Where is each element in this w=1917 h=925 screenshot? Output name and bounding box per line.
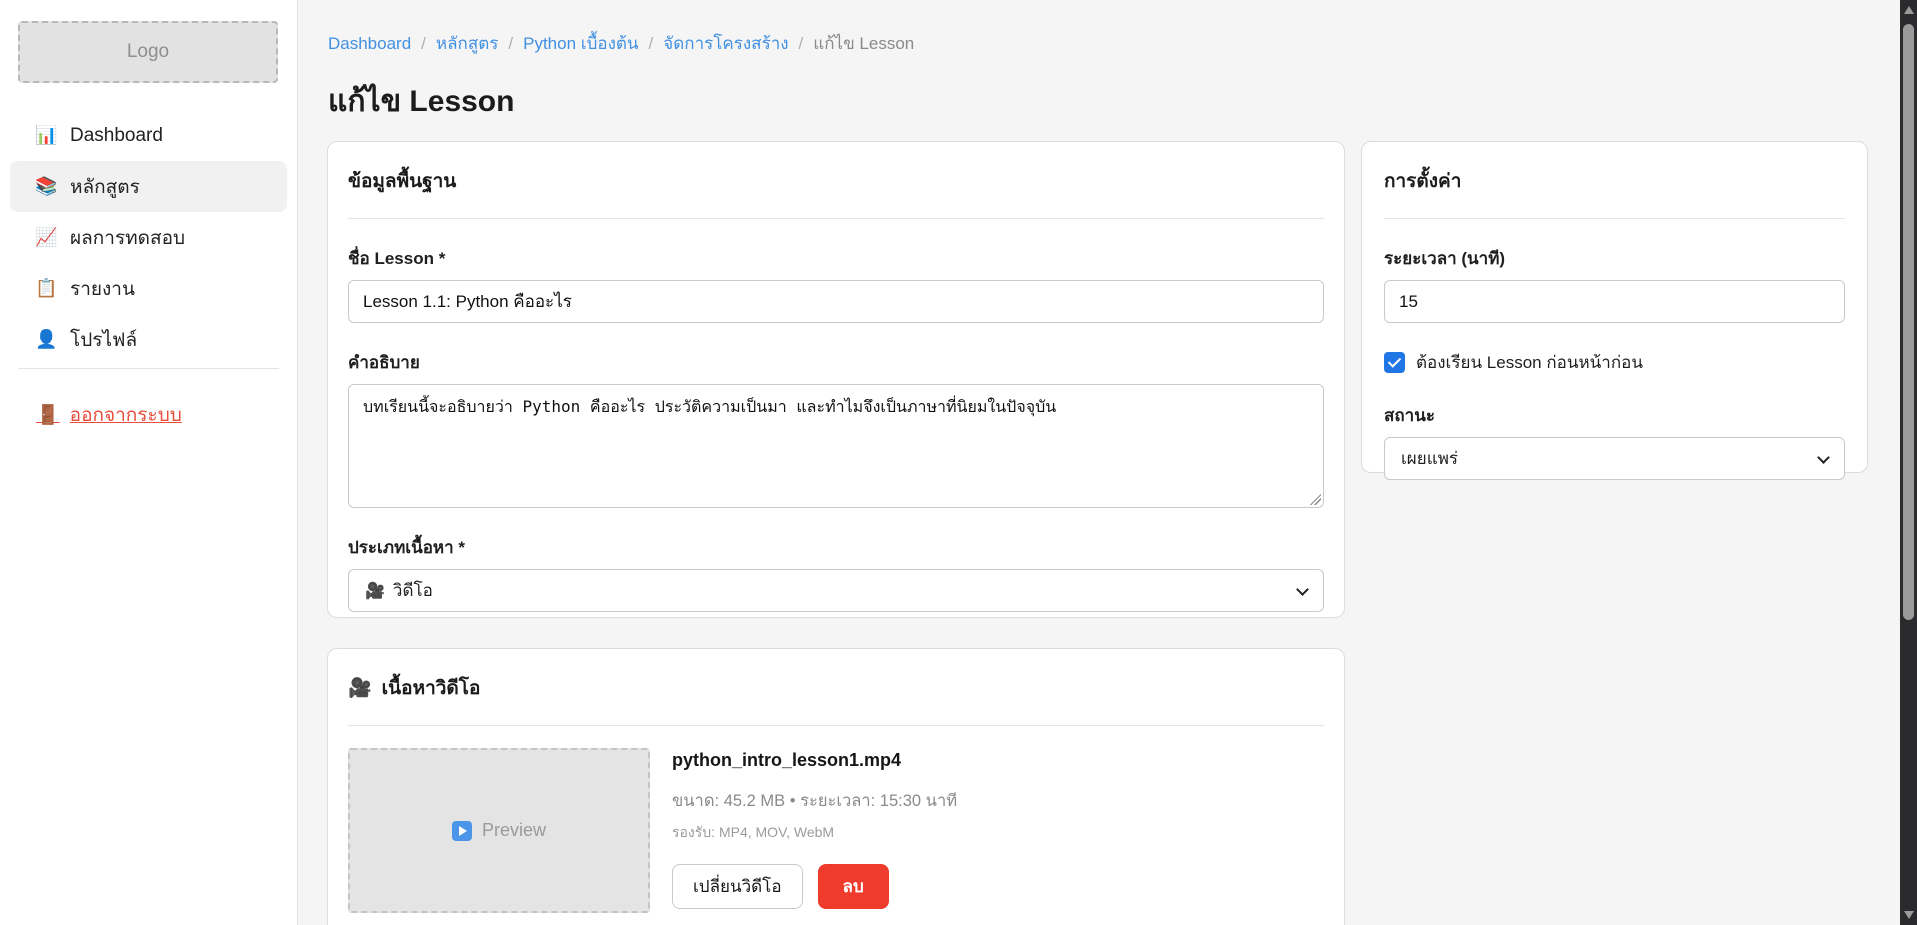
video-section-header: 🎥 เนื้อหาวิดีโอ (348, 673, 1324, 703)
content-type-value: วิดีโอ (393, 577, 433, 604)
chevron-down-icon (1817, 451, 1830, 464)
status-select[interactable]: เผยแพร่ (1384, 437, 1845, 480)
sidebar-item-reports[interactable]: 📋 รายงาน (10, 263, 287, 314)
change-video-button[interactable]: เปลี่ยนวิดีโอ (672, 864, 803, 909)
status-label: สถานะ (1384, 402, 1845, 429)
sidebar-item-dashboard[interactable]: 📊 Dashboard (10, 110, 287, 161)
video-row: Preview python_intro_lesson1.mp4 ขนาด: 4… (348, 748, 1324, 913)
prerequisite-label[interactable]: ต้องเรียน Lesson ก่อนหน้าก่อน (1416, 349, 1643, 376)
chevron-down-icon (1296, 583, 1309, 596)
door-icon: 🚪 (36, 403, 60, 427)
basic-info-title: ข้อมูลพื้นฐาน (348, 166, 1324, 196)
card-divider (348, 725, 1324, 726)
lesson-name-input[interactable] (348, 280, 1324, 323)
movie-camera-icon: 🎥 (365, 581, 385, 601)
video-meta: ขนาด: 45.2 MB • ระยะเวลา: 15:30 นาที (672, 788, 957, 814)
video-supported-formats: รองรับ: MP4, MOV, WebM (672, 822, 957, 844)
sidebar-item-test-results[interactable]: 📈 ผลการทดสอบ (10, 212, 287, 263)
page-title: แก้ไข Lesson (328, 78, 514, 125)
preview-label: Preview (482, 820, 546, 841)
sidebar-item-profile[interactable]: 👤 โปรไฟล์ (10, 314, 287, 365)
person-icon: 👤 (35, 329, 57, 350)
logout-label: ออกจากระบบ (70, 400, 182, 430)
video-buttons: เปลี่ยนวิดีโอ ลบ (672, 864, 957, 909)
video-content-card: 🎥 เนื้อหาวิดีโอ Preview python_intro_les… (327, 648, 1345, 925)
card-divider (348, 218, 1324, 219)
scroll-up-arrow-icon[interactable] (1904, 6, 1914, 14)
settings-title: การตั้งค่า (1384, 166, 1845, 196)
duration-input[interactable] (1384, 280, 1845, 323)
breadcrumb-dashboard[interactable]: Dashboard (328, 34, 411, 54)
duration-label: ระยะเวลา (นาที) (1384, 245, 1845, 272)
scroll-down-arrow-icon[interactable] (1904, 911, 1914, 919)
sidebar-divider (18, 368, 279, 369)
card-divider (1384, 218, 1845, 219)
main-content: Dashboard / หลักสูตร / Python เบื้องต้น … (298, 0, 1900, 925)
video-preview[interactable]: Preview (348, 748, 650, 913)
logo-placeholder: Logo (18, 21, 278, 83)
play-icon (452, 821, 472, 841)
video-section-title: เนื้อหาวิดีโอ (382, 673, 481, 703)
prerequisite-checkbox[interactable] (1384, 352, 1405, 373)
sidebar-menu: 📊 Dashboard 📚 หลักสูตร 📈 ผลการทดสอบ 📋 รา… (10, 110, 287, 365)
breadcrumb: Dashboard / หลักสูตร / Python เบื้องต้น … (328, 30, 914, 57)
breadcrumb-courses[interactable]: หลักสูตร (436, 30, 498, 57)
sidebar: Logo 📊 Dashboard 📚 หลักสูตร 📈 ผลการทดสอบ… (0, 0, 298, 925)
chart-up-icon: 📈 (35, 227, 57, 248)
lesson-name-label: ชื่อ Lesson * (348, 245, 1324, 272)
status-value: เผยแพร่ (1401, 445, 1458, 472)
delete-video-button[interactable]: ลบ (818, 864, 889, 909)
sidebar-item-label: Dashboard (70, 125, 163, 147)
breadcrumb-current: แก้ไข Lesson (813, 30, 914, 57)
description-field-wrap: บทเรียนนี้จะอธิบายว่า Python คืออะไร ประ… (348, 384, 1324, 508)
bar-chart-icon: 📊 (35, 125, 57, 146)
breadcrumb-course-python[interactable]: Python เบื้องต้น (523, 30, 638, 57)
movie-camera-icon: 🎥 (348, 676, 372, 700)
sidebar-item-label: โปรไฟล์ (70, 325, 137, 355)
vertical-scrollbar[interactable] (1900, 0, 1917, 925)
sidebar-item-courses[interactable]: 📚 หลักสูตร (10, 161, 287, 212)
books-icon: 📚 (35, 176, 57, 197)
clipboard-icon: 📋 (35, 278, 57, 299)
sidebar-item-label: ผลการทดสอบ (70, 223, 185, 253)
sidebar-item-label: หลักสูตร (70, 172, 140, 202)
breadcrumb-separator: / (649, 34, 654, 54)
logout-link[interactable]: 🚪 ออกจากระบบ (36, 400, 182, 430)
breadcrumb-manage-structure[interactable]: จัดการโครงสร้าง (663, 30, 788, 57)
video-info: python_intro_lesson1.mp4 ขนาด: 45.2 MB •… (672, 748, 957, 913)
content-type-select[interactable]: 🎥 วิดีโอ (348, 569, 1324, 612)
breadcrumb-separator: / (421, 34, 426, 54)
video-filename: python_intro_lesson1.mp4 (672, 750, 957, 771)
prerequisite-row: ต้องเรียน Lesson ก่อนหน้าก่อน (1384, 349, 1845, 376)
sidebar-item-label: รายงาน (70, 274, 135, 304)
content-type-label: ประเภทเนื้อหา * (348, 534, 1324, 561)
textarea-resize-handle[interactable] (1310, 494, 1321, 505)
breadcrumb-separator: / (799, 34, 804, 54)
scrollbar-thumb[interactable] (1903, 24, 1914, 620)
settings-card: การตั้งค่า ระยะเวลา (นาที) ต้องเรียน Les… (1361, 141, 1868, 473)
logo-label: Logo (127, 41, 169, 63)
description-textarea[interactable]: บทเรียนนี้จะอธิบายว่า Python คืออะไร ประ… (348, 384, 1324, 508)
breadcrumb-separator: / (508, 34, 513, 54)
description-label: คำอธิบาย (348, 349, 1324, 376)
basic-info-card: ข้อมูลพื้นฐาน ชื่อ Lesson * คำอธิบาย บทเ… (327, 141, 1345, 618)
